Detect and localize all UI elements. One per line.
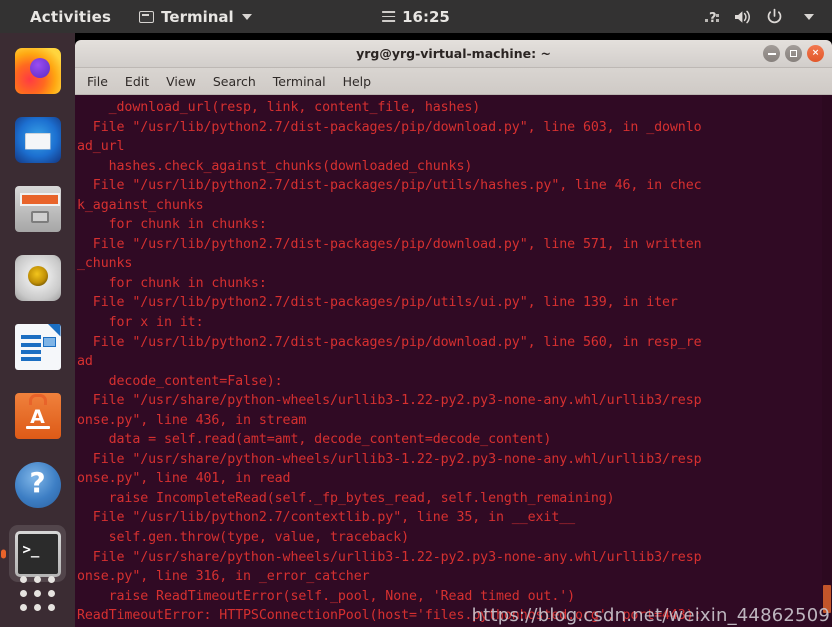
libreoffice-icon	[14, 323, 61, 370]
terminal-line: File "/usr/lib/python2.7/contextlib.py",…	[77, 510, 576, 526]
dock-item-thunderbird[interactable]	[9, 111, 66, 168]
calendar-lines-icon	[382, 9, 396, 25]
clock-label: 16:25	[402, 7, 450, 26]
terminal-line: File "/usr/lib/python2.7/dist-packages/p…	[77, 236, 702, 252]
power-icon[interactable]	[766, 8, 783, 25]
terminal-line: ad	[77, 354, 93, 370]
terminal-mini-icon	[139, 10, 155, 23]
dock-item-firefox[interactable]	[9, 42, 66, 99]
terminal-line: onse.py", line 436, in stream	[77, 412, 307, 428]
terminal-line: self.gen.throw(type, value, traceback)	[77, 530, 410, 546]
terminal-line: File "/usr/lib/python2.7/dist-packages/p…	[77, 334, 702, 350]
window-controls: ×	[763, 45, 824, 62]
terminal-line: raise IncompleteRead(self._fp_bytes_read…	[77, 490, 615, 506]
rhythmbox-icon	[14, 254, 61, 301]
terminal-line: File "/usr/lib/python2.7/dist-packages/p…	[77, 178, 702, 194]
menu-item-file[interactable]: File	[87, 74, 108, 89]
dock-item-files[interactable]	[9, 180, 66, 237]
terminal-line: ad_url	[77, 139, 125, 155]
terminal-window: yrg@yrg-virtual-machine: ~ × File Edit V…	[75, 40, 832, 627]
terminal-line: onse.py", line 316, in _error_catcher	[77, 569, 370, 585]
window-title-bar[interactable]: yrg@yrg-virtual-machine: ~ ×	[75, 40, 832, 68]
dock-item-terminal[interactable]	[9, 525, 66, 582]
chevron-down-icon	[241, 13, 252, 20]
terminal-line: decode_content=False):	[77, 373, 283, 389]
terminal-text: _download_url(resp, link, content_file, …	[75, 95, 822, 627]
vertical-scrollbar[interactable]	[822, 95, 832, 627]
ubuntu-dock	[0, 33, 75, 627]
terminal-line: File "/usr/share/python-wheels/urllib3-1…	[77, 451, 702, 467]
files-icon	[14, 185, 61, 232]
ubuntu-software-icon	[14, 392, 61, 439]
terminal-line: _download_url(resp, link, content_file, …	[77, 100, 481, 115]
software-bag-handle	[28, 393, 47, 405]
terminal-line: for chunk in chunks:	[77, 275, 267, 291]
app-menu-terminal[interactable]: Terminal	[139, 8, 252, 26]
terminal-output-area[interactable]: _download_url(resp, link, content_file, …	[75, 95, 832, 627]
software-bag-bar	[25, 425, 50, 429]
volume-icon[interactable]	[734, 9, 753, 25]
svg-text:?: ?	[709, 11, 717, 24]
terminal-line: data = self.read(amt=amt, decode_content…	[77, 432, 552, 448]
menu-item-help[interactable]: Help	[343, 74, 372, 89]
terminal-line: _chunks	[77, 256, 133, 272]
terminal-line: File "/usr/share/python-wheels/urllib3-1…	[77, 549, 702, 565]
menu-item-edit[interactable]: Edit	[125, 74, 149, 89]
terminal-icon-screen	[17, 533, 58, 574]
terminal-line: File "/usr/share/python-wheels/urllib3-1…	[77, 393, 702, 409]
terminal-line: File "/usr/lib/python2.7/dist-packages/p…	[77, 119, 702, 135]
terminal-line: k_against_chunks	[77, 197, 204, 213]
dock-item-ubuntu-software[interactable]	[9, 387, 66, 444]
maximize-button[interactable]	[785, 45, 802, 62]
terminal-icon	[14, 530, 61, 577]
terminal-line: ReadTimeoutError: HTTPSConnectionPool(ho…	[77, 608, 702, 624]
system-tray[interactable]: ?	[705, 8, 814, 25]
clock-menu[interactable]: 16:25	[382, 8, 450, 26]
dock-item-libreoffice[interactable]	[9, 318, 66, 375]
network-unknown-icon[interactable]: ?	[705, 9, 721, 24]
help-icon	[14, 461, 61, 508]
terminal-line: for chunk in chunks:	[77, 217, 267, 233]
terminal-line: for x in it:	[77, 315, 204, 331]
thunderbird-icon	[14, 116, 61, 163]
firefox-icon	[14, 47, 61, 94]
scrollbar-thumb[interactable]	[823, 585, 831, 613]
libreoffice-image-glyph	[42, 336, 56, 347]
system-menu-chevron-down-icon[interactable]	[804, 13, 814, 20]
minimize-button[interactable]	[763, 45, 780, 62]
menu-bar: File Edit View Search Terminal Help	[75, 68, 832, 95]
activities-button[interactable]: Activities	[30, 8, 111, 26]
terminal-line: hashes.check_against_chunks(downloaded_c…	[77, 158, 473, 174]
gnome-top-bar: Activities Terminal 16:25 ?	[0, 0, 832, 33]
close-button[interactable]: ×	[807, 45, 824, 62]
show-applications-grid-icon[interactable]	[20, 576, 55, 611]
menu-item-terminal[interactable]: Terminal	[273, 74, 326, 89]
dock-item-help[interactable]	[9, 456, 66, 513]
terminal-line: File "/usr/lib/python2.7/dist-packages/p…	[77, 295, 678, 311]
terminal-line: raise ReadTimeoutError(self._pool, None,…	[77, 588, 576, 604]
menu-item-search[interactable]: Search	[213, 74, 256, 89]
app-menu-label: Terminal	[161, 7, 234, 26]
window-title: yrg@yrg-virtual-machine: ~	[356, 46, 551, 61]
dock-item-rhythmbox[interactable]	[9, 249, 66, 306]
terminal-line: onse.py", line 401, in read	[77, 471, 291, 487]
menu-item-view[interactable]: View	[166, 74, 196, 89]
